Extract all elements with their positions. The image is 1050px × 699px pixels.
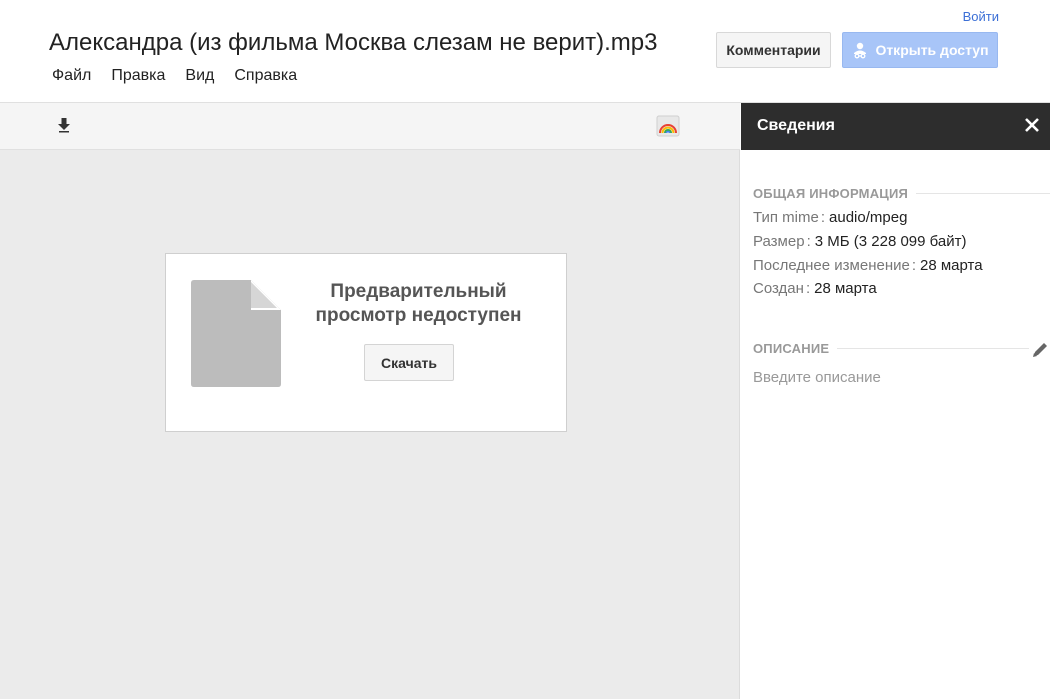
preview-unavailable-message: Предварительный просмотр недоступен	[315, 281, 522, 326]
download-arrow-icon[interactable]	[56, 117, 72, 138]
info-label: Тип mime	[753, 209, 819, 226]
section-divider	[916, 193, 1050, 194]
pencil-icon[interactable]	[1031, 341, 1049, 364]
menu-view[interactable]: Вид	[175, 67, 224, 85]
download-button[interactable]: Скачать	[364, 344, 454, 381]
info-row-size: Размер:3 МБ (3 228 099 байт)	[753, 233, 967, 250]
info-value: audio/mpeg	[829, 209, 908, 226]
info-value: 3 МБ (3 228 099 байт)	[814, 233, 967, 250]
info-row-modified: Последнее изменение:28 марта	[753, 257, 983, 274]
info-value: 28 марта	[814, 280, 877, 297]
description-label: ОПИСАНИЕ	[753, 341, 830, 356]
info-row-mime: Тип mime: audio/mpeg	[753, 209, 908, 226]
description-heading: ОПИСАНИЕ	[753, 341, 1029, 356]
file-viewer: Предварительный просмотр недоступен Скач…	[0, 103, 740, 699]
info-label: Размер	[753, 233, 805, 250]
general-info-heading: ОБЩАЯ ИНФОРМАЦИЯ	[753, 186, 1050, 201]
details-panel-title: Сведения	[757, 117, 835, 134]
generic-file-icon	[191, 280, 281, 392]
share-person-icon	[851, 41, 869, 59]
menu-file[interactable]: Файл	[42, 67, 101, 85]
section-divider	[837, 348, 1029, 349]
menu-edit[interactable]: Правка	[101, 67, 175, 85]
app-header: Войти Александра (из фильма Москва слеза…	[0, 0, 1050, 103]
preview-unavailable-card: Предварительный просмотр недоступен Скач…	[165, 253, 567, 432]
google-drive-icon[interactable]	[656, 115, 680, 142]
description-input[interactable]: Введите описание	[753, 369, 881, 386]
document-title: Александра (из фильма Москва слезам не в…	[49, 29, 658, 56]
info-label: Создан	[753, 280, 804, 297]
viewer-toolbar	[0, 103, 740, 150]
close-icon[interactable]	[1024, 117, 1040, 138]
info-label: Последнее изменение	[753, 257, 910, 274]
info-value: 28 марта	[920, 257, 983, 274]
share-button[interactable]: Открыть доступ	[842, 32, 998, 68]
signin-link[interactable]: Войти	[963, 9, 999, 24]
share-button-label: Открыть доступ	[875, 42, 989, 58]
general-info-label: ОБЩАЯ ИНФОРМАЦИЯ	[753, 186, 909, 201]
menu-help[interactable]: Справка	[224, 67, 307, 85]
menu-bar: Файл Правка Вид Справка	[42, 67, 307, 85]
comments-button[interactable]: Комментарии	[716, 32, 831, 68]
details-panel: Сведения ОБЩАЯ ИНФОРМАЦИЯ Тип mime: audio…	[741, 103, 1050, 699]
info-row-created: Создан:28 марта	[753, 280, 877, 297]
details-panel-header: Сведения	[741, 103, 1050, 150]
